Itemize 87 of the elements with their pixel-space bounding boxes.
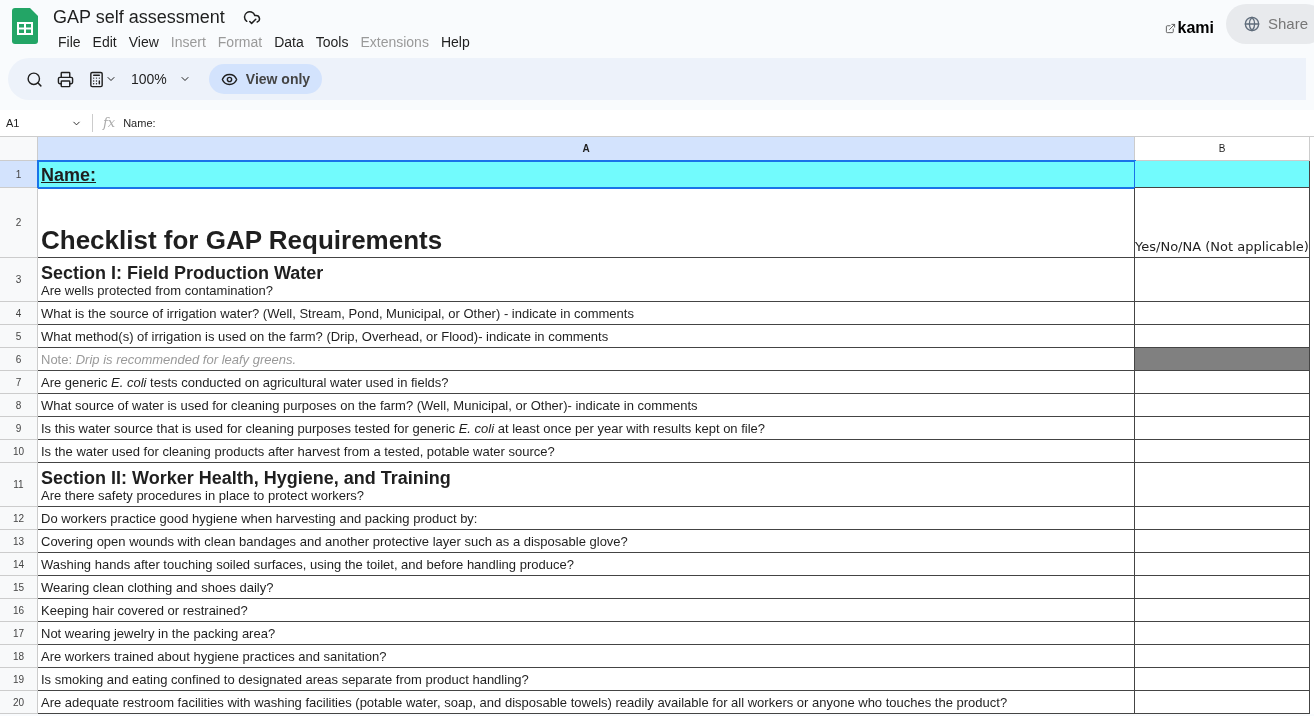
- question-text: Is this water source that is used for cleaning purposes tested for generic E. coli at least once per year with results kept on file?: [41, 420, 766, 438]
- row-header[interactable]: 15: [0, 576, 38, 599]
- question-text: Are there safety procedures in place to protect workers?: [41, 488, 365, 504]
- formula-field[interactable]: Name:: [123, 114, 156, 132]
- question-text: Covering open wounds with clean bandages and another protective layer such as a disposable glove?: [41, 533, 628, 551]
- question-text: Keeping hair covered or restrained?: [41, 602, 248, 620]
- menu-item[interactable]: File: [53, 31, 86, 54]
- answer-cell[interactable]: [1135, 553, 1310, 576]
- row-header[interactable]: 17: [0, 622, 38, 645]
- row-header[interactable]: 19: [0, 668, 38, 691]
- question-text: Washing hands after touching soiled surfaces, using the toilet, and before handling produce?: [41, 556, 574, 574]
- row-header[interactable]: 9: [0, 417, 38, 440]
- question-text: Are generic E. coli tests conducted on agricultural water used in fields?: [41, 374, 449, 392]
- external-link-icon: [1164, 22, 1176, 34]
- checklist-title: Checklist for GAP Requirements: [41, 225, 443, 255]
- table-cell[interactable]: Name:: [38, 161, 1135, 188]
- question-text: Is smoking and eating confined to designated areas separate from product handling?: [41, 671, 529, 689]
- answer-cell[interactable]: [1135, 371, 1310, 394]
- answer-cell[interactable]: [1135, 302, 1310, 325]
- column-header[interactable]: A: [38, 137, 1135, 161]
- answer-cell[interactable]: [1135, 645, 1310, 668]
- row-header[interactable]: 2: [0, 188, 38, 258]
- calculator-menu[interactable]: [88, 70, 117, 88]
- answer-cell[interactable]: [1135, 348, 1310, 371]
- document-title[interactable]: GAP self assessment: [53, 6, 225, 28]
- question-text: What is the source of irrigation water? (Well, Stream, Pond, Municipal, or Other) - indicate in comments: [41, 305, 634, 323]
- row-header[interactable]: 12: [0, 507, 38, 530]
- menu-item[interactable]: Edit: [87, 31, 122, 54]
- question-text: Are wells protected from contamination?: [41, 283, 274, 299]
- brand-logo[interactable]: kami: [1177, 16, 1214, 40]
- menu-item[interactable]: View: [123, 31, 164, 54]
- row-header[interactable]: 5: [0, 325, 38, 348]
- cloud-saved-icon: [242, 8, 261, 26]
- answer-cell[interactable]: [1135, 507, 1310, 530]
- formula-icon: fx: [103, 113, 116, 133]
- view-only-button[interactable]: View only: [208, 64, 323, 94]
- question-text: Are workers trained about hygiene practices and sanitation?: [41, 648, 387, 666]
- row-header[interactable]: 16: [0, 599, 38, 622]
- print-icon[interactable]: [57, 70, 74, 88]
- globe-icon: [1243, 16, 1260, 32]
- row-header[interactable]: 1: [0, 161, 38, 188]
- answer-cell[interactable]: [1135, 417, 1310, 440]
- calculator-icon: [88, 70, 105, 88]
- row-header[interactable]: 10: [0, 440, 38, 463]
- question-text: Not wearing jewelry in the packing area?: [41, 625, 276, 643]
- name-label: Name:: [41, 164, 97, 187]
- answer-cell[interactable]: Yes/No/NA (Not applicable): [1135, 188, 1310, 258]
- answer-cell[interactable]: [1135, 440, 1310, 463]
- answer-cell[interactable]: [1135, 394, 1310, 417]
- question-text: Are adequate restroom facilities with washing facilities (potable water, soap, and disposable towels) readily available for all workers or anyone who touches the product?: [41, 694, 1008, 712]
- menu-item[interactable]: Tools: [310, 31, 354, 54]
- row-header[interactable]: 4: [0, 302, 38, 325]
- row-header[interactable]: 13: [0, 530, 38, 553]
- answer-cell[interactable]: [1135, 325, 1310, 348]
- answer-cell[interactable]: [1135, 576, 1310, 599]
- zoom-dropdown[interactable]: 100%: [131, 68, 191, 90]
- note-text: Note: Drip is recommended for leafy greens.: [41, 351, 297, 369]
- answer-cell[interactable]: [1135, 258, 1310, 302]
- answer-cell[interactable]: [1135, 463, 1310, 507]
- answer-cell[interactable]: [1135, 622, 1310, 645]
- question-text: What source of water is used for cleaning purposes on the farm? (Well, Municipal, or Other)- indicate in comments: [41, 397, 698, 415]
- row-header[interactable]: 20: [0, 691, 38, 714]
- answer-cell[interactable]: [1135, 668, 1310, 691]
- answer-cell[interactable]: [1135, 161, 1310, 188]
- spreadsheet-logo-icon: [12, 8, 38, 44]
- menu-item[interactable]: Help: [435, 31, 475, 54]
- row-header[interactable]: 7: [0, 371, 38, 394]
- cell-reference-field[interactable]: A1: [0, 114, 92, 132]
- answer-cell[interactable]: [1135, 530, 1310, 553]
- question-text: What method(s) of irrigation is used on the farm? (Drip, Overhead, or Flood)- indicate in comments: [41, 328, 609, 346]
- search-icon[interactable]: [26, 70, 43, 88]
- question-text: Wearing clean clothing and shoes daily?: [41, 579, 274, 597]
- row-header[interactable]: 6: [0, 348, 38, 371]
- share-button[interactable]: Share: [1225, 4, 1314, 44]
- row-header[interactable]: 14: [0, 553, 38, 576]
- menu-item[interactable]: Data: [269, 31, 309, 54]
- section-heading: Section I: Field Production Water: [41, 263, 325, 283]
- answer-cell[interactable]: [1135, 691, 1310, 714]
- row-header[interactable]: 8: [0, 394, 38, 417]
- question-text: Is the water used for cleaning products after harvest from a tested, potable water source?: [41, 443, 555, 461]
- question-text: Do workers practice good hygiene when harvesting and packing product by:: [41, 510, 478, 528]
- section-heading: Section II: Worker Health, Hygiene, and Training: [41, 468, 452, 488]
- row-header[interactable]: 3: [0, 258, 38, 302]
- row-header[interactable]: 18: [0, 645, 38, 668]
- row-header[interactable]: 11: [0, 463, 38, 507]
- answer-cell[interactable]: [1135, 599, 1310, 622]
- column-header[interactable]: B: [1135, 137, 1310, 161]
